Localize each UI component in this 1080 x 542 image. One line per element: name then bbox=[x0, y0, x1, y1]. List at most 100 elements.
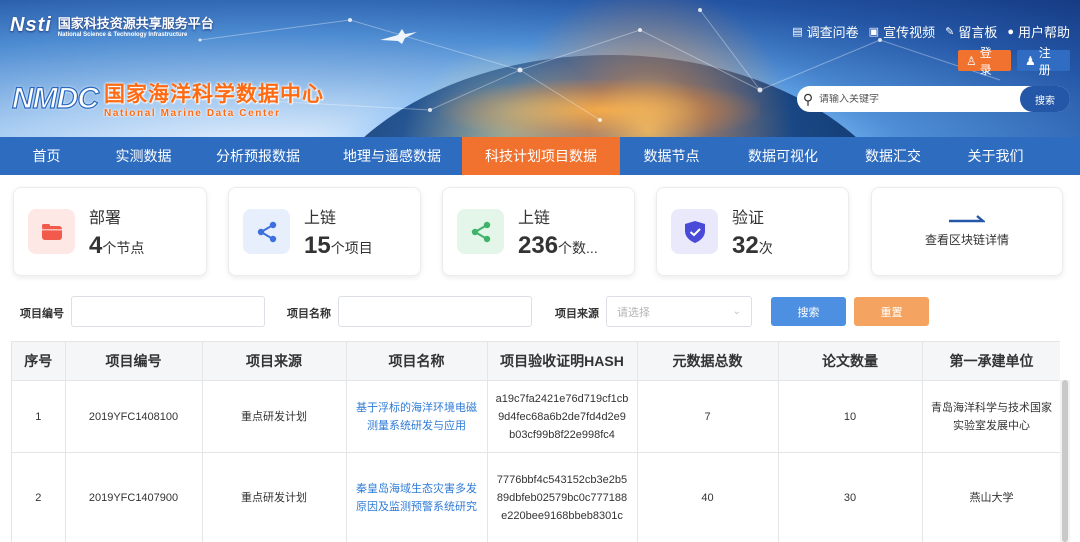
stat-unit: 个数... bbox=[558, 239, 598, 256]
video-link[interactable]: ▣ 宣传视频 bbox=[869, 22, 935, 41]
stat-number: 4 bbox=[89, 231, 103, 259]
platform-title-en: National Science & Technology Infrastruc… bbox=[57, 32, 188, 38]
stat-card-deploy: 部署 4 个节点 bbox=[13, 187, 207, 276]
cell-unit: 青岛海洋科学与技术国家实验室发展中心 bbox=[922, 380, 1060, 453]
stat-unit: 个节点 bbox=[102, 239, 145, 256]
nav-item-about[interactable]: 关于我们 bbox=[943, 137, 1048, 175]
stat-label: 上链 bbox=[304, 209, 337, 227]
chain-details-card[interactable]: 查看区块链详情 bbox=[871, 187, 1063, 276]
search-icon: ⚲ bbox=[802, 90, 814, 107]
table-header-row: 序号 项目编号 项目来源 项目名称 项目验收证明HASH 元数据总数 论文数量 … bbox=[12, 341, 1060, 381]
scrollbar-thumb[interactable] bbox=[1062, 380, 1068, 542]
center-title-cn: 国家海洋科学数据中心 bbox=[104, 83, 324, 106]
share-nodes-icon bbox=[243, 209, 290, 254]
stat-card-chain-data: 上链 236 个数... bbox=[442, 187, 635, 276]
stat-label: 验证 bbox=[732, 209, 765, 227]
nav-item-data-submission[interactable]: 数据汇交 bbox=[843, 137, 943, 175]
cell-paper-count: 10 bbox=[778, 380, 923, 453]
center-title-en: National Marine Data Center bbox=[104, 108, 281, 119]
cell-no: 2 bbox=[12, 452, 66, 542]
cell-metadata-count: 40 bbox=[637, 452, 779, 542]
table-row: 1 2019YFC1408100 重点研发计划 基于浮标的海洋环境电磁测量系统研… bbox=[12, 380, 1060, 453]
column-header[interactable]: 项目来源 bbox=[202, 341, 347, 381]
project-table: 序号 项目编号 项目来源 项目名称 项目验收证明HASH 元数据总数 论文数量 … bbox=[11, 341, 1060, 542]
project-no-label: 项目编号 bbox=[20, 308, 64, 320]
survey-icon: ▤ bbox=[792, 26, 803, 38]
chain-details-label: 查看区块链详情 bbox=[924, 233, 1009, 247]
project-name-input[interactable] bbox=[338, 296, 532, 327]
cell-project-name-link[interactable]: 基于浮标的海洋环境电磁测量系统研发与应用 bbox=[346, 380, 488, 453]
column-header[interactable]: 第一承建单位 bbox=[922, 341, 1060, 381]
header-banner: Nsti 国家科技资源共享服务平台 National Science & Tec… bbox=[0, 0, 1080, 137]
column-header[interactable]: 论文数量 bbox=[778, 341, 923, 381]
project-source-placeholder: 请选择 bbox=[617, 306, 650, 319]
project-source-select[interactable]: 请选择 ⌄ bbox=[606, 296, 752, 327]
column-header[interactable]: 项目编号 bbox=[65, 341, 203, 381]
stat-card-verify: 验证 32 次 bbox=[656, 187, 849, 276]
message-icon: ✎ bbox=[945, 26, 955, 38]
nav-item-project-data[interactable]: 科技计划项目数据 bbox=[462, 137, 620, 175]
stat-number: 32 bbox=[732, 231, 759, 259]
share-nodes-icon bbox=[457, 209, 504, 254]
cell-metadata-count: 7 bbox=[637, 380, 779, 453]
table-scrollbar[interactable] bbox=[1060, 380, 1070, 542]
register-button[interactable]: ♟ 注册 bbox=[1017, 46, 1070, 77]
stat-number: 15 bbox=[304, 231, 331, 259]
cell-unit: 燕山大学 bbox=[922, 452, 1060, 542]
nav-item-home[interactable]: 首页 bbox=[0, 137, 93, 175]
nsti-logo[interactable]: Nsti 国家科技资源共享服务平台 National Science & Tec… bbox=[10, 13, 214, 38]
column-header[interactable]: 项目名称 bbox=[346, 341, 488, 381]
project-no-input[interactable] bbox=[71, 296, 265, 327]
auth-buttons: ♙ 登录 ♟ 注册 bbox=[958, 46, 1070, 77]
cell-no: 1 bbox=[12, 380, 66, 453]
nav-item-visualization[interactable]: 数据可视化 bbox=[723, 137, 843, 175]
chevron-down-icon: ⌄ bbox=[732, 306, 741, 317]
stat-unit: 个项目 bbox=[330, 239, 373, 256]
nav-item-data-nodes[interactable]: 数据节点 bbox=[620, 137, 723, 175]
nav-item-forecast-data[interactable]: 分析预报数据 bbox=[194, 137, 322, 175]
filter-search-button[interactable]: 搜索 bbox=[771, 297, 846, 326]
folder-icon bbox=[28, 209, 75, 254]
stat-number: 236 bbox=[518, 231, 559, 259]
top-links: ▤ 调查问卷 ▣ 宣传视频 ✎ 留言板 ● 用户帮助 bbox=[792, 22, 1070, 41]
cell-code: 2019YFC1407900 bbox=[65, 452, 203, 542]
nav-item-measured-data[interactable]: 实测数据 bbox=[93, 137, 194, 175]
column-header[interactable]: 序号 bbox=[12, 341, 66, 381]
project-name-label: 项目名称 bbox=[287, 308, 331, 320]
video-icon: ▣ bbox=[868, 26, 880, 38]
project-source-label: 项目来源 bbox=[555, 308, 599, 320]
cell-project-name-link[interactable]: 秦皇岛海域生态灾害多发原因及监测预警系统研究 bbox=[346, 452, 488, 542]
cell-hash: a19c7fa2421e76d719cf1cb9d4fec68a6b2de7fd… bbox=[487, 380, 638, 453]
table-row: 2 2019YFC1407900 重点研发计划 秦皇岛海域生态灾害多发原因及监测… bbox=[12, 452, 1060, 542]
nav-item-geo-remote-data[interactable]: 地理与遥感数据 bbox=[322, 137, 462, 175]
cell-paper-count: 30 bbox=[778, 452, 923, 542]
cell-code: 2019YFC1408100 bbox=[65, 380, 203, 453]
nsti-wordmark: Nsti bbox=[10, 14, 52, 36]
nmdc-wordmark: NMDC bbox=[11, 81, 99, 115]
shield-check-icon bbox=[671, 209, 718, 254]
stat-label: 上链 bbox=[518, 209, 551, 227]
column-header[interactable]: 项目验收证明HASH bbox=[487, 341, 638, 381]
site-search: ⚲ 搜索 bbox=[797, 86, 1070, 112]
site-search-button[interactable]: 搜索 bbox=[1020, 86, 1070, 112]
user-icon: ♙ bbox=[966, 53, 977, 68]
survey-link[interactable]: ▤ 调查问卷 bbox=[792, 22, 858, 41]
help-link[interactable]: ● 用户帮助 bbox=[1007, 22, 1070, 41]
login-button[interactable]: ♙ 登录 bbox=[958, 46, 1011, 77]
stat-unit: 次 bbox=[758, 239, 773, 256]
airplane-icon bbox=[380, 29, 417, 44]
column-header[interactable]: 元数据总数 bbox=[637, 341, 779, 381]
stat-label: 部署 bbox=[89, 209, 122, 227]
help-icon: ● bbox=[1007, 25, 1014, 38]
main-nav: 首页 实测数据 分析预报数据 地理与遥感数据 科技计划项目数据 数据节点 数据可… bbox=[0, 137, 1080, 175]
register-icon: ♟ bbox=[1025, 53, 1036, 68]
stat-card-chain-projects: 上链 15 个项目 bbox=[228, 187, 421, 276]
cell-source: 重点研发计划 bbox=[202, 380, 347, 453]
site-search-input[interactable] bbox=[819, 93, 1020, 105]
nmdc-logo[interactable]: NMDC 国家海洋科学数据中心 National Marine Data Cen… bbox=[11, 78, 324, 119]
message-board-link[interactable]: ✎ 留言板 bbox=[945, 22, 997, 41]
filter-reset-button[interactable]: 重置 bbox=[854, 297, 929, 326]
cell-source: 重点研发计划 bbox=[202, 452, 347, 542]
platform-title-cn: 国家科技资源共享服务平台 bbox=[57, 16, 214, 31]
arrow-right-icon bbox=[949, 215, 985, 223]
